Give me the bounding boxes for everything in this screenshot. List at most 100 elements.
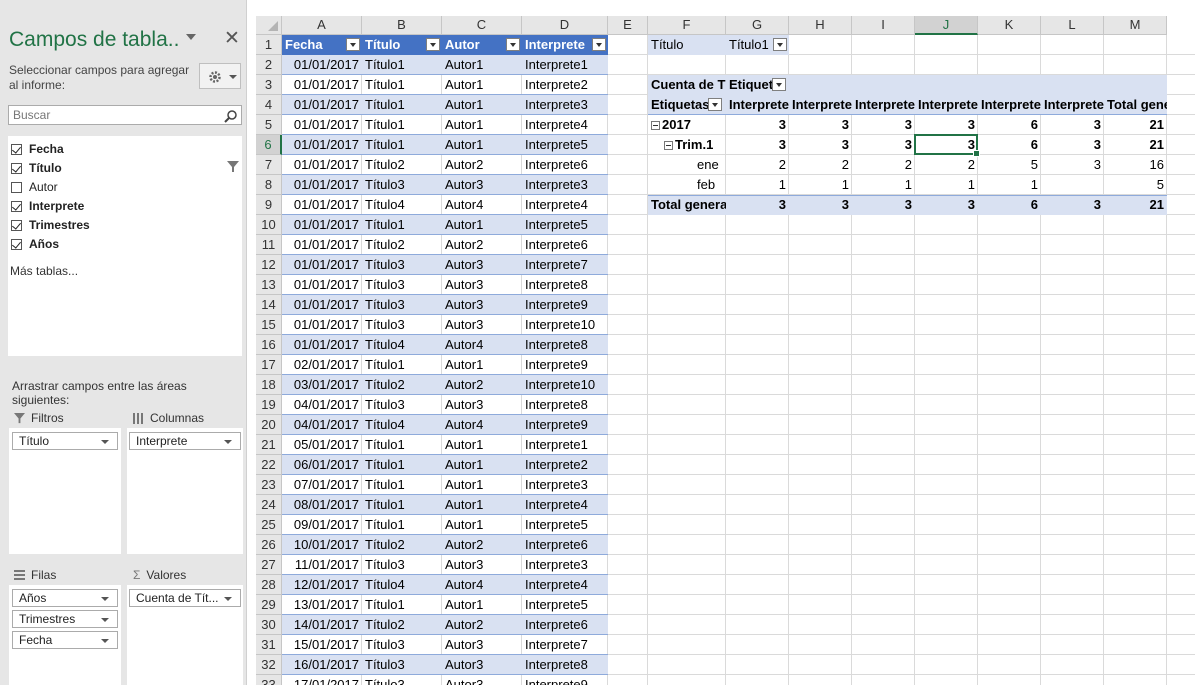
column-header[interactable]: I [852, 16, 915, 35]
table-cell[interactable]: Interprete5 [522, 515, 608, 535]
table-cell[interactable]: Interprete6 [522, 235, 608, 255]
pivot-value-cell[interactable]: 3 [789, 135, 852, 155]
column-header[interactable]: M [1104, 16, 1167, 35]
table-cell[interactable]: Título1 [362, 515, 442, 535]
table-cell[interactable]: Interprete8 [522, 335, 608, 355]
pivot-value-cell[interactable]: 3 [1041, 115, 1104, 135]
table-cell[interactable]: 02/01/2017 [282, 355, 362, 375]
table-cell[interactable]: Interprete9 [522, 355, 608, 375]
column-header[interactable]: L [1041, 16, 1104, 35]
table-cell[interactable]: Autor2 [442, 615, 522, 635]
table-cell[interactable]: Título1 [362, 75, 442, 95]
table-cell[interactable]: Título2 [362, 155, 442, 175]
pivot-value-cell[interactable] [1041, 175, 1104, 195]
row-header[interactable]: 23 [256, 475, 282, 495]
table-cell[interactable]: 01/01/2017 [282, 215, 362, 235]
table-cell[interactable]: Interprete2 [522, 75, 608, 95]
table-cell[interactable]: Autor4 [442, 575, 522, 595]
table-cell[interactable]: Título1 [362, 495, 442, 515]
row-header[interactable]: 30 [256, 615, 282, 635]
table-cell[interactable]: Título1 [362, 355, 442, 375]
table-cell[interactable]: Autor1 [442, 115, 522, 135]
column-header[interactable]: J [915, 16, 978, 35]
row-header[interactable]: 22 [256, 455, 282, 475]
pivot-value-cell[interactable]: 2 [852, 155, 915, 175]
table-cell[interactable]: 04/01/2017 [282, 415, 362, 435]
table-cell[interactable]: Título3 [362, 175, 442, 195]
more-tables-link[interactable]: Más tablas... [10, 264, 78, 278]
pivot-column-header[interactable]: Interprete [726, 95, 789, 115]
table-cell[interactable]: Autor3 [442, 275, 522, 295]
chevron-down-icon[interactable] [224, 597, 232, 601]
pivot-column-header[interactable]: Interprete [978, 95, 1041, 115]
field-checkbox[interactable] [11, 162, 22, 174]
table-cell[interactable]: Título1 [362, 95, 442, 115]
pivot-value-cell[interactable]: 5 [1104, 175, 1167, 195]
row-header[interactable]: 12 [256, 255, 282, 275]
table-cell[interactable]: Interprete3 [522, 475, 608, 495]
pivot-row-label[interactable]: ene [648, 155, 726, 175]
pivot-value-cell[interactable]: 3 [1041, 155, 1104, 175]
row-header[interactable]: 2 [256, 55, 282, 75]
table-cell[interactable]: Autor2 [442, 535, 522, 555]
column-header[interactable]: D [522, 16, 608, 35]
pivot-value-cell[interactable]: 1 [789, 175, 852, 195]
table-cell[interactable]: Título3 [362, 395, 442, 415]
row-header[interactable]: 15 [256, 315, 282, 335]
table-cell[interactable]: 11/01/2017 [282, 555, 362, 575]
chevron-down-icon[interactable] [101, 639, 109, 643]
field-checkbox[interactable] [11, 219, 22, 231]
table-cell[interactable]: Autor1 [442, 595, 522, 615]
table-cell[interactable]: 01/01/2017 [282, 55, 362, 75]
pivot-value-cell[interactable]: 2 [915, 155, 978, 175]
table-cell[interactable]: 10/01/2017 [282, 535, 362, 555]
table-cell[interactable]: 03/01/2017 [282, 375, 362, 395]
table-header-cell[interactable]: Título [362, 35, 442, 55]
table-cell[interactable]: 01/01/2017 [282, 295, 362, 315]
table-cell[interactable]: Título1 [362, 55, 442, 75]
pivot-column-header[interactable]: Interprete [915, 95, 978, 115]
table-cell[interactable]: Interprete9 [522, 675, 608, 685]
table-cell[interactable]: Interprete6 [522, 615, 608, 635]
pivot-row-label[interactable]: feb [648, 175, 726, 195]
table-cell[interactable]: Título2 [362, 615, 442, 635]
pivot-value-cell[interactable]: 1 [915, 175, 978, 195]
row-header[interactable]: 7 [256, 155, 282, 175]
table-cell[interactable]: Autor2 [442, 235, 522, 255]
table-cell[interactable]: Interprete6 [522, 535, 608, 555]
table-cell[interactable]: Título1 [362, 215, 442, 235]
table-cell[interactable]: Autor1 [442, 515, 522, 535]
table-cell[interactable]: Autor3 [442, 295, 522, 315]
pivot-total-cell[interactable]: 3 [852, 195, 915, 215]
pivot-value-cell[interactable]: 1 [852, 175, 915, 195]
field-item[interactable]: Interprete [11, 197, 84, 215]
active-cell-indicator[interactable] [914, 134, 980, 157]
row-header[interactable]: 14 [256, 295, 282, 315]
pivot-value-cell[interactable]: 1 [726, 175, 789, 195]
table-cell[interactable]: Título1 [362, 435, 442, 455]
table-cell[interactable]: Autor1 [442, 435, 522, 455]
pivot-value-cell[interactable]: 6 [978, 115, 1041, 135]
row-header[interactable]: 29 [256, 595, 282, 615]
row-header[interactable]: 11 [256, 235, 282, 255]
pivot-value-cell[interactable]: 3 [852, 115, 915, 135]
table-cell[interactable]: 01/01/2017 [282, 175, 362, 195]
table-cell[interactable]: Autor1 [442, 135, 522, 155]
table-cell[interactable]: Autor4 [442, 335, 522, 355]
column-header[interactable]: H [789, 16, 852, 35]
column-header[interactable]: B [362, 16, 442, 35]
pivot-value-cell[interactable]: 3 [852, 135, 915, 155]
field-checkbox[interactable] [11, 181, 22, 193]
table-cell[interactable]: Interprete1 [522, 55, 608, 75]
table-cell[interactable]: 09/01/2017 [282, 515, 362, 535]
table-cell[interactable]: 17/01/2017 [282, 675, 362, 685]
pivot-total-cell[interactable]: 6 [978, 195, 1041, 215]
table-cell[interactable]: Autor1 [442, 75, 522, 95]
pivot-column-header[interactable]: Interprete [852, 95, 915, 115]
table-cell[interactable]: Autor3 [442, 175, 522, 195]
filter-dropdown-icon[interactable] [346, 38, 360, 51]
row-header[interactable]: 6 [256, 135, 282, 155]
chevron-down-icon[interactable] [224, 440, 232, 444]
filter-dropdown-icon[interactable] [506, 38, 520, 51]
pivot-total-cell[interactable]: 21 [1104, 195, 1167, 215]
